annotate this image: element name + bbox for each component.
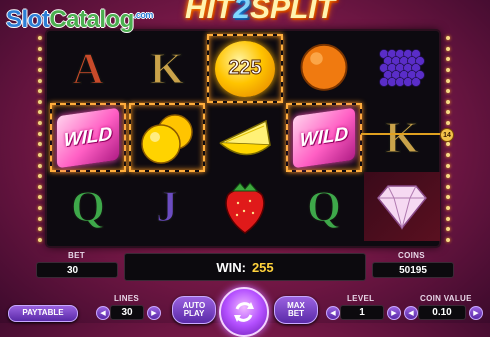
reel-cell-coin: 225: [207, 34, 283, 103]
symbol-q: Q: [306, 181, 342, 231]
chevron-right-icon: ▶: [151, 310, 157, 317]
lemon-icon: [219, 119, 271, 155]
coins-display: 50195: [372, 262, 454, 278]
bet-value: 30: [67, 264, 79, 276]
lines-display: 30: [110, 305, 144, 320]
symbol-k: K: [384, 112, 420, 162]
spin-button[interactable]: [219, 287, 269, 337]
game-logo: HIT2SPLIT: [184, 0, 336, 25]
symbol-a: A: [71, 43, 104, 93]
symbol-q: Q: [70, 181, 106, 231]
strawberry-icon: [225, 181, 265, 234]
wild-label: WILD: [299, 123, 349, 151]
chevron-left-icon: ◀: [408, 310, 414, 317]
orange-icon: [299, 41, 349, 96]
reel-cell-letter: J: [129, 172, 205, 241]
max-bet-button[interactable]: MAX BET: [274, 296, 318, 324]
win-value: 255: [251, 259, 274, 275]
coin-symbol: 225: [215, 40, 275, 97]
reel-cell-letter: Q: [50, 172, 126, 241]
lines-increase-button[interactable]: ▶: [147, 306, 161, 320]
max-bet-label-2: BET: [288, 309, 304, 318]
reel-cell-letter: Q: [286, 172, 362, 241]
bet-label: BET: [68, 251, 85, 260]
lines-decrease-button[interactable]: ◀: [96, 306, 110, 320]
reel-cell-letter: K: [129, 34, 205, 103]
wild-symbol: WILD: [293, 107, 355, 168]
slotcatalog-watermark: SlotCatalog.com: [6, 6, 153, 33]
reel-cell-strawberry: [207, 172, 283, 241]
wild-label: WILD: [63, 123, 113, 151]
reel-cell-diamond: [364, 172, 440, 241]
reel-cell-berry: [364, 34, 440, 103]
win-label: WIN:: [216, 259, 246, 275]
coin-value-label: COIN VALUE: [420, 294, 472, 303]
reel-cell-letter: K: [364, 103, 440, 172]
level-label: LEVEL: [347, 294, 375, 303]
level-value: 1: [359, 307, 365, 318]
reel-cell-lemon: [207, 103, 283, 172]
reel-cell-wild: WILD: [286, 103, 362, 172]
bet-display: 30: [36, 262, 118, 278]
reel-cell-double-orange: [129, 103, 205, 172]
coin-symbol-value: 225: [228, 57, 262, 80]
chevron-right-icon: ▶: [473, 310, 479, 317]
coins-value: 50195: [399, 264, 427, 276]
raspberry-icon: [379, 48, 425, 87]
double-orange-icon: [141, 113, 193, 164]
reel-cell-orange: [286, 34, 362, 103]
level-display: 1: [340, 305, 384, 320]
coin-value-decrease-button[interactable]: ◀: [404, 306, 418, 320]
coin-value: 0.10: [432, 307, 452, 318]
diamond-icon: [377, 184, 427, 230]
lines-value: 30: [121, 307, 133, 318]
win-display: WIN: 255: [124, 253, 366, 281]
paytable-button[interactable]: PAYTABLE: [8, 305, 78, 322]
chevron-left-icon: ◀: [330, 310, 336, 317]
coins-label: COINS: [398, 251, 425, 260]
autoplay-label-2: PLAY: [183, 309, 205, 318]
symbol-k: K: [149, 43, 185, 93]
payline-indicator: [361, 133, 441, 135]
autoplay-button[interactable]: AUTO PLAY: [172, 296, 216, 324]
chevron-left-icon: ◀: [100, 310, 106, 317]
payline-number-badge: 14: [440, 128, 454, 142]
coin-value-increase-button[interactable]: ▶: [469, 306, 483, 320]
reel-grid: A K 225 WILD WILD K Q J Q: [47, 31, 440, 246]
wild-symbol: WILD: [57, 107, 119, 168]
level-decrease-button[interactable]: ◀: [326, 306, 340, 320]
lines-label: LINES: [114, 294, 140, 303]
reel-cell-wild: WILD: [50, 103, 126, 172]
coin-value-display: 0.10: [418, 305, 466, 320]
symbol-j: J: [155, 181, 179, 231]
paytable-label: PAYTABLE: [22, 308, 64, 318]
chevron-right-icon: ▶: [391, 310, 397, 317]
level-increase-button[interactable]: ▶: [387, 306, 401, 320]
reel-cell-letter: A: [50, 34, 126, 103]
marquee-lights-left: [36, 36, 44, 242]
